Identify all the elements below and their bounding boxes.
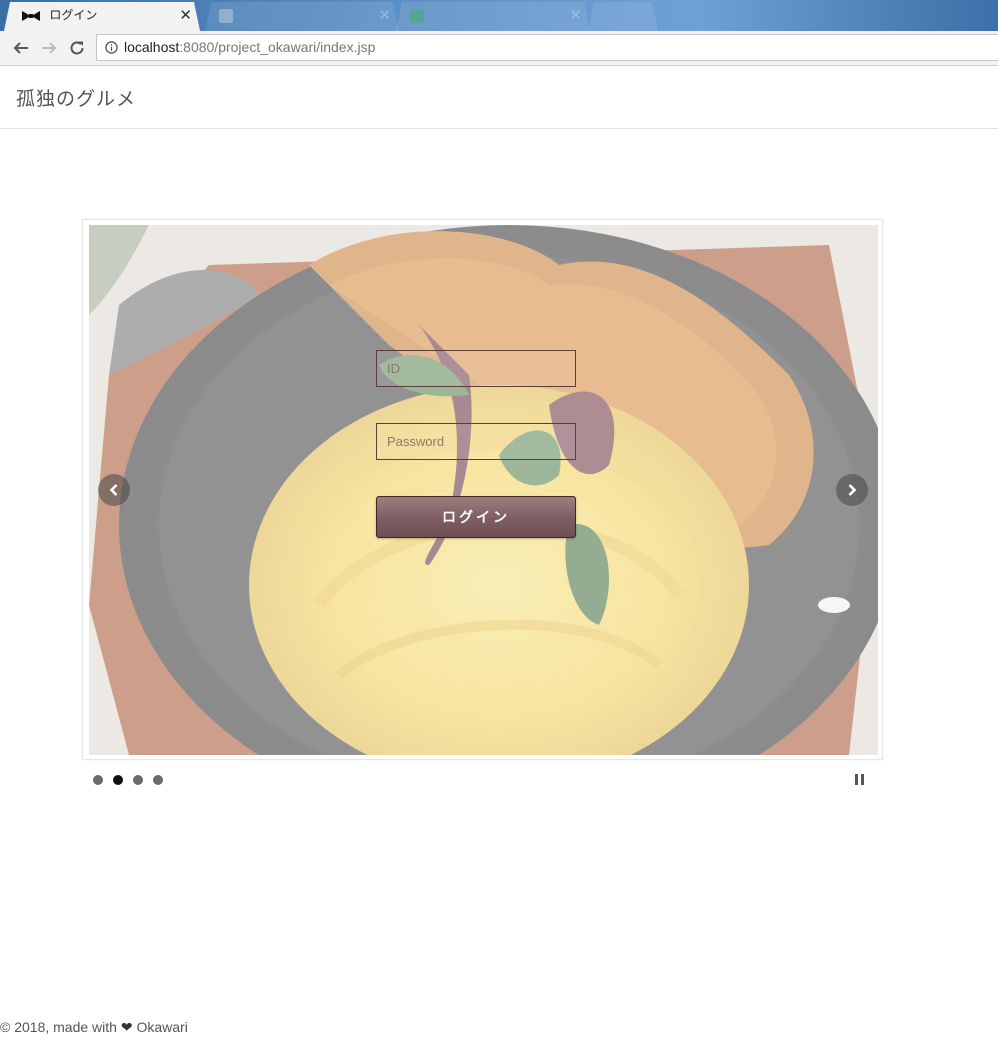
bowtie-favicon-icon <box>22 11 40 21</box>
slider-dot-active[interactable] <box>113 775 123 785</box>
arrow-right-icon <box>42 42 57 54</box>
info-icon[interactable] <box>105 41 118 54</box>
slider-dot[interactable] <box>93 775 103 785</box>
browser-tab[interactable]: ✕ <box>205 2 399 31</box>
browser-tab[interactable]: ✕ <box>396 2 590 31</box>
slider-prev-button[interactable] <box>98 474 130 506</box>
browser-toolbar: localhost:8080/project_okawari/index.jsp <box>0 31 998 66</box>
arrow-left-icon <box>13 42 28 54</box>
tab-title: ログイン <box>49 8 98 22</box>
reload-icon <box>70 41 84 55</box>
image-slider: ログイン <box>82 219 883 760</box>
login-button[interactable]: ログイン <box>376 496 576 538</box>
chevron-left-icon <box>109 484 118 496</box>
spreadsheet-favicon-icon <box>410 9 424 23</box>
back-button[interactable] <box>10 37 32 59</box>
site-brand[interactable]: 孤独のグルメ <box>16 84 136 111</box>
footer: © 2018, made with ❤ Okawari <box>0 1019 188 1036</box>
tab-close-icon[interactable]: ✕ <box>378 2 391 29</box>
forward-button[interactable] <box>38 37 60 59</box>
slider-pause-button[interactable] <box>855 774 865 785</box>
pause-icon <box>855 774 858 785</box>
id-input[interactable] <box>376 350 576 387</box>
slide-overlay <box>89 225 878 755</box>
browser-tab-strip: ログイン ✕ ✕ ✕ <box>0 0 998 31</box>
favicon-icon <box>219 9 233 23</box>
url-host: localhost <box>124 39 180 55</box>
slider-dot[interactable] <box>133 775 143 785</box>
slide-photo-omurice <box>89 225 878 755</box>
address-url: localhost:8080/project_okawari/index.jsp <box>124 35 375 60</box>
pause-icon-bar <box>861 774 864 785</box>
reload-button[interactable] <box>66 37 88 59</box>
slider-next-button[interactable] <box>836 474 868 506</box>
heart-icon: ❤ <box>120 1019 133 1035</box>
footer-author: Okawari <box>136 1019 188 1035</box>
browser-tab[interactable] <box>588 2 658 31</box>
browser-tab-active[interactable]: ログイン ✕ <box>4 2 200 31</box>
footer-copyright: © 2018, made with <box>0 1019 117 1035</box>
password-input[interactable] <box>376 423 576 460</box>
chevron-right-icon <box>848 484 857 496</box>
slider-dot[interactable] <box>153 775 163 785</box>
url-path: :8080/project_okawari/index.jsp <box>179 39 376 55</box>
tab-close-icon[interactable]: ✕ <box>569 2 582 29</box>
site-header: 孤独のグルメ <box>0 66 998 129</box>
address-bar[interactable]: localhost:8080/project_okawari/index.jsp <box>96 34 998 61</box>
tab-close-icon[interactable]: ✕ <box>179 2 192 29</box>
